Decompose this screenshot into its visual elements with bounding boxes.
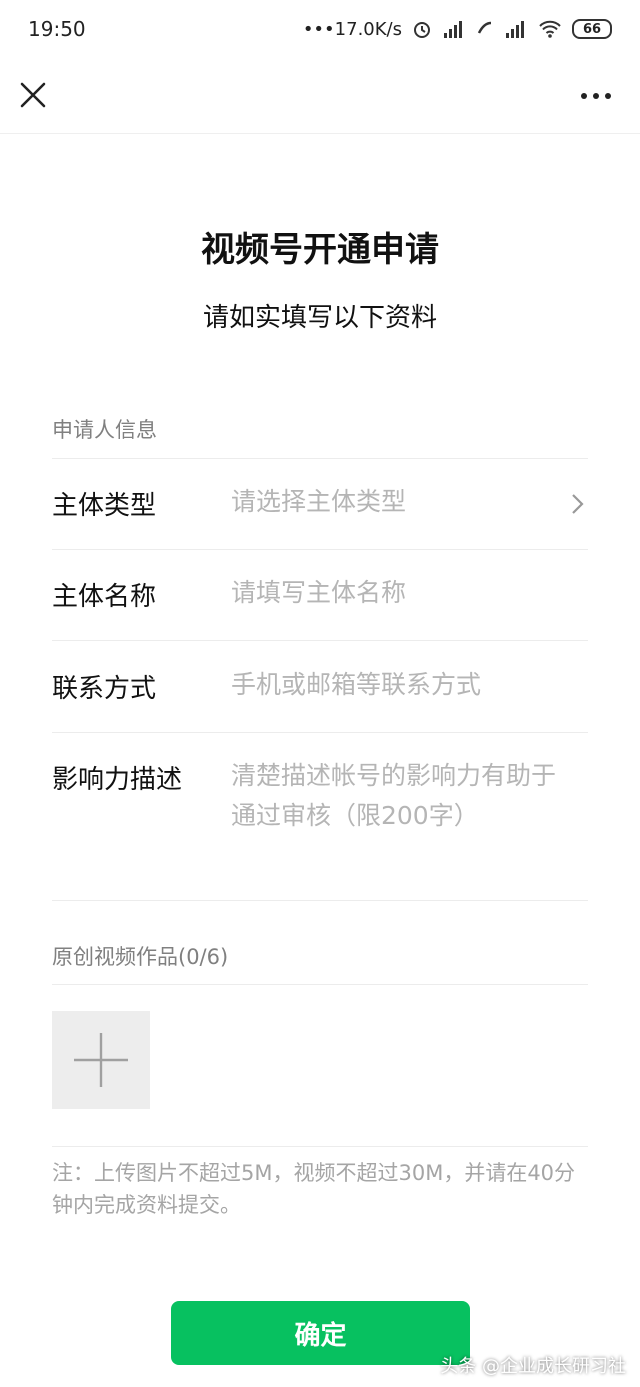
page-title: 视频号开通申请 [201, 230, 439, 270]
more-icon[interactable] [580, 86, 612, 106]
entity-type-select[interactable]: 请选择主体类型 [231, 482, 571, 522]
entity-name-label: 主体名称 [52, 582, 157, 612]
network-speed: •••17.0K/s [302, 18, 402, 40]
watermark: 头条 @企业成长研习社 [440, 1356, 626, 1377]
upload-note: 注：上传图片不超过5M，视频不超过30M，并请在40分钟内完成资料提交。 [52, 1161, 576, 1217]
divider [52, 984, 588, 985]
influence-textarea[interactable]: 清楚描述帐号的影响力有助于通过审核（限200字） [231, 756, 571, 836]
influence-label: 影响力描述 [52, 765, 183, 795]
status-bar: 19:50 •••17.0K/s 66 [0, 0, 640, 58]
nav-bar [0, 58, 640, 134]
page-subtitle: 请如实填写以下资料 [202, 303, 437, 333]
entity-type-label: 主体类型 [52, 491, 157, 521]
divider [52, 1146, 588, 1147]
status-time: 19:50 [28, 17, 86, 41]
contact-label: 联系方式 [52, 674, 157, 704]
call-icon [476, 19, 494, 39]
upload-video-button[interactable] [52, 1011, 150, 1109]
divider [52, 732, 588, 733]
divider [52, 549, 588, 550]
plus-icon [74, 1033, 128, 1087]
divider [52, 640, 588, 641]
close-icon[interactable] [18, 80, 48, 110]
confirm-button[interactable]: 确定 [171, 1301, 470, 1365]
divider [52, 900, 588, 901]
battery-icon: 66 [572, 19, 612, 39]
wifi-icon [538, 19, 562, 39]
divider [52, 458, 588, 459]
applicant-section-label: 申请人信息 [52, 418, 157, 442]
status-icons: •••17.0K/s 66 [303, 19, 612, 40]
signal-icon [504, 19, 528, 39]
chevron-right-icon [572, 494, 584, 514]
works-section-label: 原创视频作品(0/6) [52, 945, 229, 969]
hd-signal-icon [442, 19, 466, 39]
entity-name-input[interactable]: 请填写主体名称 [231, 573, 571, 613]
contact-input[interactable]: 手机或邮箱等联系方式 [231, 665, 571, 705]
alarm-icon [412, 19, 432, 39]
